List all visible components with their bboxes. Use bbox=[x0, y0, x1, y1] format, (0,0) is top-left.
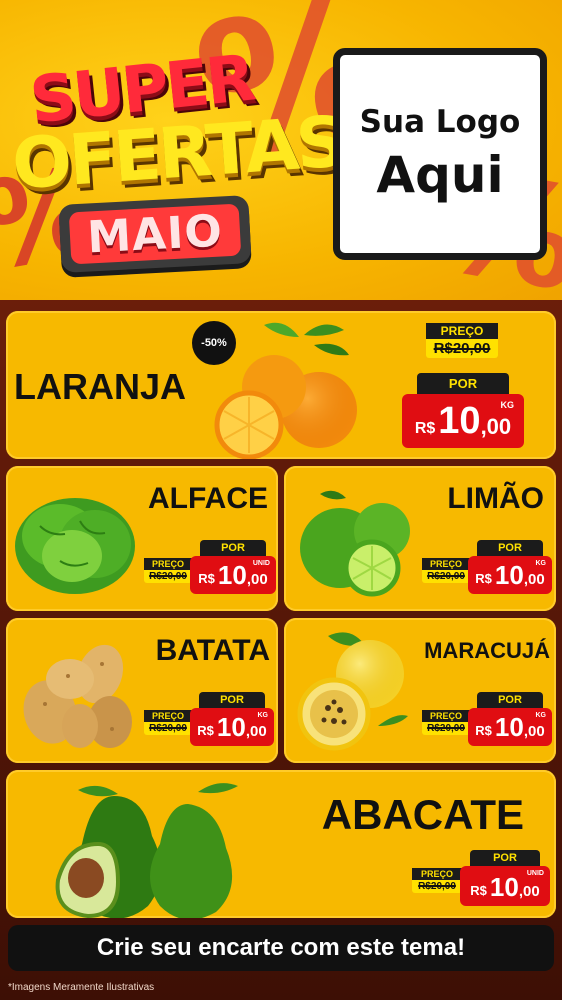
new-price-tag: POR R$ 10 ,00 KG bbox=[402, 373, 524, 448]
product-card-abacate[interactable]: ABACATE PREÇO R$20,00 POR R$ 10 ,00 UNID bbox=[6, 770, 556, 918]
product-name: ALFACE bbox=[148, 482, 268, 515]
month-label: MAIO bbox=[68, 203, 242, 265]
new-price-label: POR bbox=[417, 373, 509, 394]
old-price-label: PREÇO bbox=[426, 323, 498, 339]
month-badge: MAIO bbox=[58, 195, 252, 273]
product-name: MARACUJÁ bbox=[424, 638, 550, 663]
new-price-tag: POR R$ 10 ,00 UNID bbox=[190, 540, 276, 594]
header-banner: % % % SUPER OFERTAS MAIO Sua Logo Aqui bbox=[0, 0, 562, 300]
logo-text-line2: Aqui bbox=[376, 146, 504, 204]
product-card-maracuja[interactable]: MARACUJÁ PREÇO R$20,00 POR R$ 10 ,00 KG bbox=[284, 618, 556, 763]
old-price-tag: PREÇO R$20,00 bbox=[144, 558, 192, 583]
orange-icon bbox=[214, 322, 357, 459]
product-card-limao[interactable]: LIMÃO PREÇO R$20,00 POR R$ 10 ,00 KG bbox=[284, 466, 556, 611]
product-name: LARANJA bbox=[14, 366, 187, 407]
potato-icon bbox=[23, 644, 132, 748]
passion-fruit-icon bbox=[297, 632, 408, 751]
product-name: LIMÃO bbox=[447, 482, 544, 515]
old-price-tag: PREÇO R$20,00 bbox=[412, 868, 462, 893]
lettuce-icon bbox=[15, 498, 135, 594]
product-card-laranja[interactable]: LARANJA -50% PREÇO R$20,00 POR R$ 10 ,00… bbox=[6, 311, 556, 459]
new-price-tag: POR R$ 10 ,00 KG bbox=[190, 692, 274, 746]
product-card-batata[interactable]: BATATA PREÇO R$20,00 POR R$ 10 ,00 KG bbox=[6, 618, 278, 763]
logo-text-line1: Sua Logo bbox=[359, 104, 521, 140]
product-name: ABACATE bbox=[321, 791, 524, 838]
new-price-tag: POR R$ 10 ,00 KG bbox=[468, 692, 552, 746]
avocado-icon bbox=[55, 783, 238, 918]
old-price-tag: PREÇO R$20,00 bbox=[422, 558, 470, 583]
product-name: BATATA bbox=[155, 634, 270, 667]
cta-button[interactable]: Crie seu encarte com este tema! bbox=[8, 925, 554, 971]
new-price-tag: POR R$ 10 ,00 UNID bbox=[460, 850, 550, 906]
logo-placeholder[interactable]: Sua Logo Aqui bbox=[333, 48, 547, 260]
title-ofertas: OFERTAS bbox=[9, 100, 347, 206]
old-price: R$20,00 bbox=[433, 340, 491, 357]
new-price: R$ 10 ,00 KG bbox=[402, 394, 524, 448]
disclaimer-text: *Imagens Meramente Ilustrativas bbox=[8, 982, 155, 993]
old-price-tag: PREÇO R$20,00 bbox=[426, 323, 498, 358]
lime-icon bbox=[300, 490, 410, 597]
product-card-alface[interactable]: ALFACE PREÇO R$20,00 POR R$ 10 ,00 UNID bbox=[6, 466, 278, 611]
old-price-tag: PREÇO R$20,00 bbox=[144, 710, 192, 735]
new-price-tag: POR R$ 10 ,00 KG bbox=[468, 540, 552, 594]
old-price-tag: PREÇO R$20,00 bbox=[422, 710, 470, 735]
